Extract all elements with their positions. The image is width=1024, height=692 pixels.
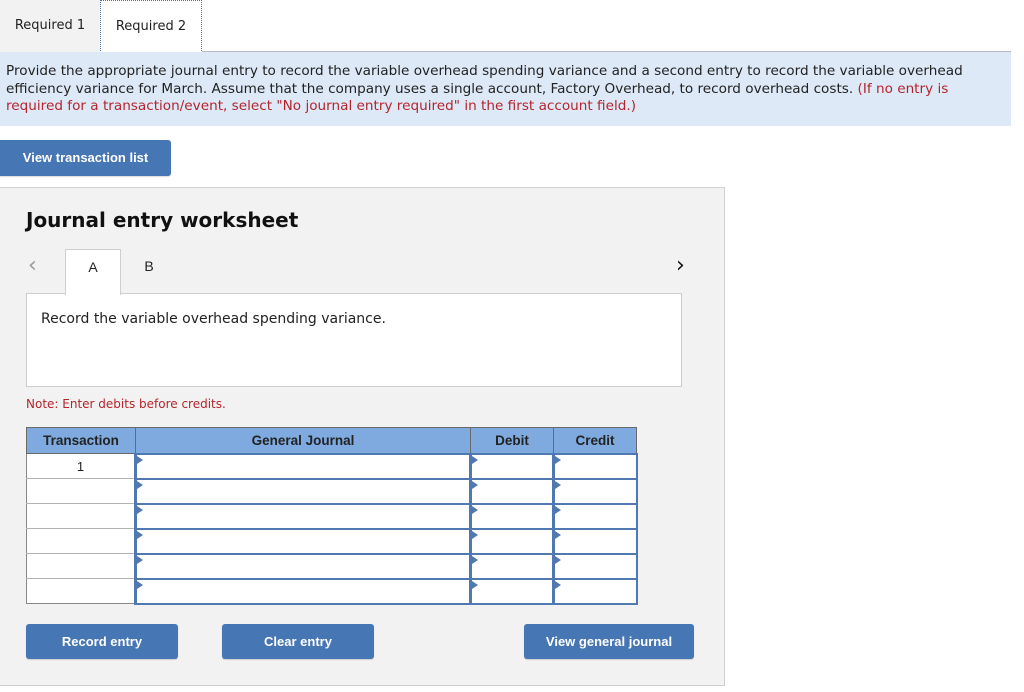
transaction-cell: 1 bbox=[26, 453, 136, 479]
table-row: 1 bbox=[26, 452, 638, 480]
transaction-cell bbox=[26, 478, 136, 504]
journal-table: Transaction General Journal Debit Credit… bbox=[26, 427, 638, 605]
credit-input[interactable] bbox=[552, 502, 638, 530]
debit-input[interactable] bbox=[469, 552, 555, 580]
journal-entry-worksheet: Journal entry worksheet ‹ A B › Record t… bbox=[0, 187, 725, 686]
header-debit: Debit bbox=[470, 427, 554, 454]
table-row bbox=[26, 577, 638, 605]
chevron-left-icon[interactable]: ‹ bbox=[28, 255, 37, 277]
transaction-cell bbox=[26, 553, 136, 579]
transaction-cell bbox=[26, 503, 136, 529]
view-general-journal-button[interactable]: View general journal bbox=[524, 624, 694, 659]
table-row bbox=[26, 477, 638, 505]
table-header-row: Transaction General Journal Debit Credit bbox=[26, 427, 637, 454]
entry-tab-a[interactable]: A bbox=[65, 249, 121, 295]
account-input[interactable] bbox=[134, 527, 472, 555]
debit-input[interactable] bbox=[469, 577, 555, 605]
account-input[interactable] bbox=[134, 552, 472, 580]
tab-required-1[interactable]: Required 1 bbox=[0, 0, 100, 52]
instructions-text: Provide the appropriate journal entry to… bbox=[6, 63, 963, 97]
credit-input[interactable] bbox=[552, 452, 638, 480]
header-credit: Credit bbox=[553, 427, 637, 454]
record-entry-button[interactable]: Record entry bbox=[26, 624, 178, 659]
table-row bbox=[26, 502, 638, 530]
credit-input[interactable] bbox=[552, 527, 638, 555]
instructions-panel: Provide the appropriate journal entry to… bbox=[0, 52, 1011, 126]
account-input[interactable] bbox=[134, 577, 472, 605]
credit-input[interactable] bbox=[552, 552, 638, 580]
table-row bbox=[26, 552, 638, 580]
debit-input[interactable] bbox=[469, 477, 555, 505]
debit-input[interactable] bbox=[469, 452, 555, 480]
tab-required-2[interactable]: Required 2 bbox=[100, 0, 202, 53]
debit-input[interactable] bbox=[469, 527, 555, 555]
table-row bbox=[26, 527, 638, 555]
account-input[interactable] bbox=[134, 502, 472, 530]
account-input[interactable] bbox=[134, 452, 472, 480]
transaction-cell bbox=[26, 578, 136, 604]
clear-entry-button[interactable]: Clear entry bbox=[222, 624, 374, 659]
debit-input[interactable] bbox=[469, 502, 555, 530]
worksheet-title: Journal entry worksheet bbox=[26, 208, 299, 232]
credit-input[interactable] bbox=[552, 477, 638, 505]
view-transaction-list-button[interactable]: View transaction list bbox=[0, 140, 171, 176]
entry-description: Record the variable overhead spending va… bbox=[41, 311, 386, 327]
entry-tab-b[interactable]: B bbox=[121, 249, 177, 295]
credit-input[interactable] bbox=[552, 577, 638, 605]
header-transaction: Transaction bbox=[26, 427, 136, 454]
transaction-cell bbox=[26, 528, 136, 554]
header-general-journal: General Journal bbox=[135, 427, 471, 454]
requirement-tabs: Required 1 Required 2 bbox=[0, 0, 1011, 53]
debit-credit-note: Note: Enter debits before credits. bbox=[26, 397, 226, 411]
account-input[interactable] bbox=[134, 477, 472, 505]
entry-description-box: Record the variable overhead spending va… bbox=[26, 293, 682, 387]
chevron-right-icon[interactable]: › bbox=[676, 255, 685, 277]
